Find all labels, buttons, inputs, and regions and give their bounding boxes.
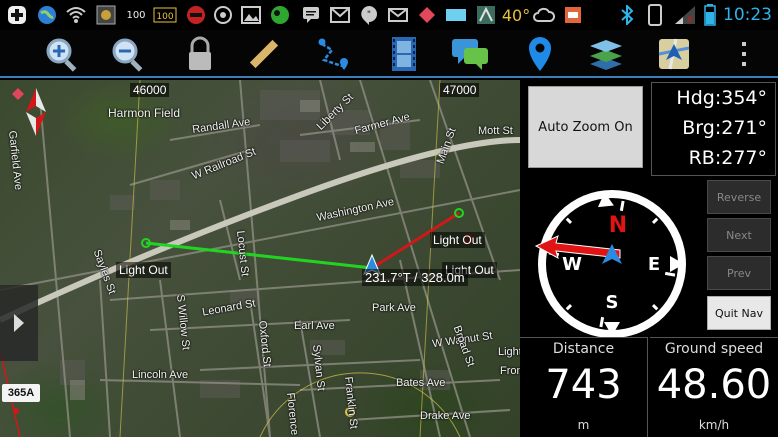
app-tile-icon: [562, 4, 584, 26]
route-icon: [318, 38, 348, 70]
bearing-readout-panel: Brg:271°: [682, 117, 767, 139]
chevron-right-icon: [14, 314, 24, 332]
bluetooth-icon: [616, 4, 638, 26]
grid-label-west: 46000: [130, 83, 170, 97]
map-app-icon: [658, 38, 690, 70]
ground-speed-value: 48.60: [656, 362, 772, 408]
ruler-icon: [249, 39, 279, 69]
ground-speed-unit: km/h: [698, 418, 730, 432]
sync-icon: [212, 4, 234, 26]
distance-value: 743: [545, 362, 622, 408]
zoom-out-button[interactable]: [108, 34, 148, 74]
zoom-in-button[interactable]: [42, 34, 82, 74]
nav-panel: Auto Zoom On Hdg:354° Brg:271° RB:277° N…: [520, 80, 778, 437]
hangouts-icon: ": [358, 4, 380, 26]
zoom-out-icon: [112, 38, 143, 72]
toolbar: [0, 30, 778, 78]
layers-icon: [590, 40, 622, 70]
app-icon: [184, 4, 208, 26]
svg-text:x: x: [687, 14, 693, 25]
plus-icon: [6, 4, 28, 26]
lock-icon: [189, 36, 211, 70]
score-100-box-icon: 100: [152, 4, 178, 26]
globe-icon: [36, 4, 58, 26]
phone-icon: [644, 4, 666, 26]
map-label: Harmon Field: [108, 106, 181, 120]
weather-temp: 40°: [501, 5, 531, 25]
reverse-button[interactable]: Reverse: [707, 180, 771, 214]
overflow-menu-button[interactable]: [724, 34, 764, 74]
layers-button[interactable]: [586, 34, 626, 74]
maps-icon: [474, 4, 498, 26]
ruler-button[interactable]: [244, 34, 284, 74]
map-label: Drake Ave: [420, 410, 471, 422]
location-pin-button[interactable]: [520, 34, 560, 74]
quit-nav-button[interactable]: Quit Nav: [707, 296, 771, 330]
map-label: Bates Ave: [396, 377, 446, 389]
map-view[interactable]: 46000 47000 Harmon Field Randall Ave W R…: [0, 80, 520, 437]
heading-readout: Hdg:354°: [676, 87, 767, 109]
map-label: Light Ma: [498, 346, 520, 358]
map-label: Lincoln Ave: [132, 369, 189, 381]
grid-label-east: 47000: [440, 83, 480, 97]
overflow-menu-icon: [742, 42, 746, 66]
svg-text:100: 100: [156, 12, 173, 22]
side-panel-toggle[interactable]: [0, 285, 38, 361]
image-icon: [240, 4, 262, 26]
score-100-icon: 100: [126, 9, 146, 21]
wifi-icon: [64, 4, 88, 26]
prev-button[interactable]: Prev: [707, 256, 771, 290]
chat-icon: [452, 39, 488, 70]
map-label: Earl Ave: [294, 320, 335, 332]
chat-button[interactable]: [450, 34, 490, 74]
zoom-in-icon: [46, 38, 77, 72]
map-label: Park Ave: [372, 302, 416, 314]
route-button[interactable]: [314, 34, 354, 74]
diamond-icon: [416, 4, 438, 26]
location-pin-icon: [529, 37, 551, 71]
lock-button[interactable]: [180, 34, 220, 74]
waypoint-label: Light Out: [430, 232, 485, 248]
waypoint-label: Light Out: [116, 262, 171, 278]
film-icon: [392, 37, 416, 71]
ground-speed-box: Ground speed 48.60 km/h: [650, 337, 778, 437]
compass-east-label: E: [648, 254, 660, 275]
signal-icon: x: [672, 4, 698, 26]
bearing-readout: 231.7°T / 328.0m: [362, 269, 468, 286]
compass-north-label: N: [609, 213, 627, 238]
gmail-icon: [328, 4, 352, 26]
compass-south-label: S: [606, 292, 619, 313]
status-time: 10:23: [723, 5, 772, 25]
distance-title: Distance: [552, 341, 615, 357]
relative-bearing-readout: RB:277°: [688, 147, 767, 169]
battery-card-icon: [444, 4, 468, 26]
svg-text:": ": [367, 10, 371, 20]
distance-unit: m: [577, 418, 590, 432]
chat-app-icon: [268, 4, 292, 26]
distance-box: Distance 743 m: [520, 337, 648, 437]
email-icon: [386, 4, 410, 26]
cloud-icon: [532, 4, 556, 26]
battery-icon: [702, 4, 718, 26]
ground-speed-title: Ground speed: [664, 341, 764, 357]
film-button[interactable]: [384, 34, 424, 74]
message-icon: [300, 4, 322, 26]
photo-icon: [94, 4, 118, 26]
map-app-button[interactable]: [654, 34, 694, 74]
compass-rose: N E S W: [534, 190, 686, 338]
map-label: Front: [500, 365, 520, 377]
compass-west-label: W: [562, 254, 582, 275]
status-bar: 100 100 " 40° x 10:23: [0, 0, 778, 30]
map-label: Mott St: [478, 125, 513, 137]
auto-zoom-button[interactable]: Auto Zoom On: [528, 86, 643, 168]
next-button[interactable]: Next: [707, 218, 771, 252]
nav-info-box: Hdg:354° Brg:271° RB:277°: [651, 82, 776, 176]
route-shield: 365A: [2, 384, 40, 402]
